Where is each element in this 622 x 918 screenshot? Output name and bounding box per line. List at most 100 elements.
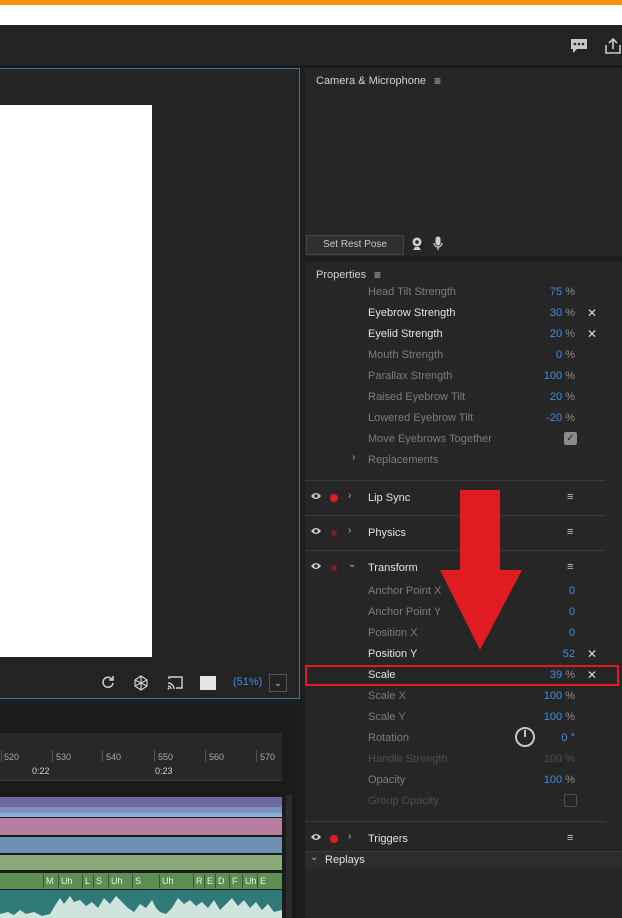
track-bar[interactable] (0, 855, 282, 870)
comment-icon[interactable] (570, 38, 588, 56)
physics-expand-icon[interactable]: › (348, 525, 351, 536)
prop-label-mouth-strength: Mouth Strength (368, 349, 444, 361)
scene-canvas[interactable] (0, 105, 152, 657)
lip-sync-expand-icon[interactable]: › (348, 490, 351, 501)
track-bar[interactable] (0, 818, 282, 835)
transform-section-label[interactable]: Transform (368, 562, 418, 574)
track-bar[interactable] (0, 837, 282, 853)
prop-value-scale-y[interactable]: 100 % (495, 711, 575, 723)
cast-icon[interactable] (166, 675, 184, 691)
prop-value-head-tilt-strength[interactable]: 75 % (495, 286, 575, 298)
prop-value-parallax-strength[interactable]: 100 % (495, 370, 575, 382)
lip-sync-visibility-eye-icon[interactable] (310, 491, 322, 504)
track-bar[interactable] (0, 813, 282, 817)
prop-value-opacity[interactable]: 100 % (495, 774, 575, 786)
timeline-scrollbar[interactable] (286, 795, 292, 918)
physics-shape-icon[interactable] (132, 675, 150, 691)
prop-label-move-eyebrows-together: Move Eyebrows Together (368, 433, 492, 445)
workspace-header (0, 25, 622, 67)
prop-value-rotation[interactable]: 0 ° (495, 732, 575, 744)
viseme-block[interactable]: L (82, 874, 92, 888)
ruler-number: 550 (158, 752, 174, 762)
replacements-expand-icon[interactable]: › (352, 452, 355, 463)
viseme-block[interactable]: M (43, 874, 56, 888)
viseme-block[interactable]: E (257, 874, 268, 888)
replays-collapse-icon[interactable]: ⌄ (310, 852, 318, 863)
share-icon[interactable] (604, 37, 622, 56)
transform-visibility-eye-icon[interactable] (310, 561, 322, 574)
camera-panel-menu-icon[interactable]: ≡ (434, 74, 441, 88)
transform-menu-icon[interactable]: ≡ (567, 561, 573, 573)
remove-position-y-button[interactable]: ✕ (586, 647, 598, 661)
move-eyebrows-together-checkbox[interactable]: ✓ (564, 432, 577, 445)
scale-row-highlight (305, 665, 619, 686)
camera-microphone-panel (305, 68, 622, 256)
viseme-block[interactable]: Uh (159, 874, 176, 888)
zoom-dropdown-button[interactable]: ⌄ (269, 674, 287, 692)
ruler-number: 570 (260, 752, 276, 762)
ruler-number: 560 (209, 752, 225, 762)
zoom-level[interactable]: (51%) (233, 676, 262, 688)
prop-value-raised-eyebrow-tilt[interactable]: 20 % (495, 391, 575, 403)
prop-label-raised-eyebrow-tilt: Raised Eyebrow Tilt (368, 391, 466, 403)
prop-label-handle-strength: Handle Strength (368, 753, 448, 765)
webcam-icon[interactable] (411, 237, 423, 256)
audio-waveform (0, 896, 282, 918)
prop-label-group-opacity: Group Opacity (368, 795, 439, 807)
refresh-icon[interactable] (99, 675, 117, 691)
viseme-block[interactable]: S (93, 874, 104, 888)
transform-record-dot[interactable] (331, 565, 337, 571)
ruler-number: 540 (106, 752, 122, 762)
prop-label-parallax-strength: Parallax Strength (368, 370, 453, 382)
viseme-block[interactable]: Uh (108, 874, 125, 888)
background-color-icon[interactable] (200, 675, 218, 691)
triggers-expand-icon[interactable]: › (348, 831, 351, 842)
app-window: (51%) ⌄ 520 530 540 550 560 570 0:22 0:2… (0, 0, 622, 918)
set-rest-pose-button[interactable]: Set Rest Pose (306, 235, 404, 255)
camera-panel-title: Camera & Microphone (316, 75, 427, 87)
microphone-icon[interactable] (433, 236, 443, 256)
replays-section-label[interactable]: Replays (325, 854, 365, 866)
viseme-block[interactable]: S (132, 874, 143, 888)
triggers-section-label[interactable]: Triggers (368, 833, 408, 845)
lip-sync-section-label[interactable]: Lip Sync (368, 492, 410, 504)
remove-eyebrow-strength-button[interactable]: ✕ (586, 306, 598, 320)
viseme-block[interactable]: R (193, 874, 205, 888)
prop-value-mouth-strength[interactable]: 0 % (495, 349, 575, 361)
ruler-tick (205, 750, 206, 762)
viseme-block[interactable]: F (229, 874, 240, 888)
replacements-group-label[interactable]: Replacements (368, 454, 438, 466)
physics-menu-icon[interactable]: ≡ (567, 526, 573, 538)
prop-value-scale-x[interactable]: 100 % (495, 690, 575, 702)
remove-eyelid-strength-button[interactable]: ✕ (586, 327, 598, 341)
physics-section-label[interactable]: Physics (368, 527, 406, 539)
triggers-record-dot[interactable] (330, 835, 338, 843)
prop-label-position-y: Position Y (368, 648, 418, 660)
group-opacity-checkbox[interactable] (564, 794, 577, 807)
prop-value-eyebrow-strength[interactable]: 30 % (495, 307, 575, 319)
prop-value-eyelid-strength[interactable]: 20 % (495, 328, 575, 340)
ruler-tick (256, 750, 257, 762)
physics-record-dot[interactable] (331, 530, 337, 536)
track-bar[interactable] (0, 797, 282, 807)
audio-waveform-track[interactable] (0, 890, 282, 918)
prop-label-anchor-point-y: Anchor Point Y (368, 606, 442, 618)
viseme-block[interactable]: Uh (58, 874, 75, 888)
physics-visibility-eye-icon[interactable] (310, 526, 322, 539)
lip-sync-record-dot[interactable] (330, 494, 338, 502)
ruler-tick (52, 750, 53, 762)
lip-sync-menu-icon[interactable]: ≡ (567, 491, 573, 503)
ruler-tick (1, 750, 2, 762)
properties-panel-menu-icon[interactable]: ≡ (374, 268, 381, 282)
prop-label-opacity: Opacity (368, 774, 406, 786)
prop-value-lowered-eyebrow-tilt[interactable]: -20 % (495, 412, 575, 424)
triggers-visibility-eye-icon[interactable] (310, 832, 322, 845)
prop-label-scale-x: Scale X (368, 690, 406, 702)
triggers-menu-icon[interactable]: ≡ (567, 832, 573, 844)
transform-collapse-icon[interactable]: ⌄ (348, 559, 356, 570)
prop-label-position-x: Position X (368, 627, 418, 639)
viseme-block[interactable]: E (204, 874, 215, 888)
viseme-block[interactable]: D (215, 874, 227, 888)
prop-label-eyelid-strength: Eyelid Strength (368, 328, 443, 340)
prop-label-eyebrow-strength: Eyebrow Strength (368, 307, 456, 319)
